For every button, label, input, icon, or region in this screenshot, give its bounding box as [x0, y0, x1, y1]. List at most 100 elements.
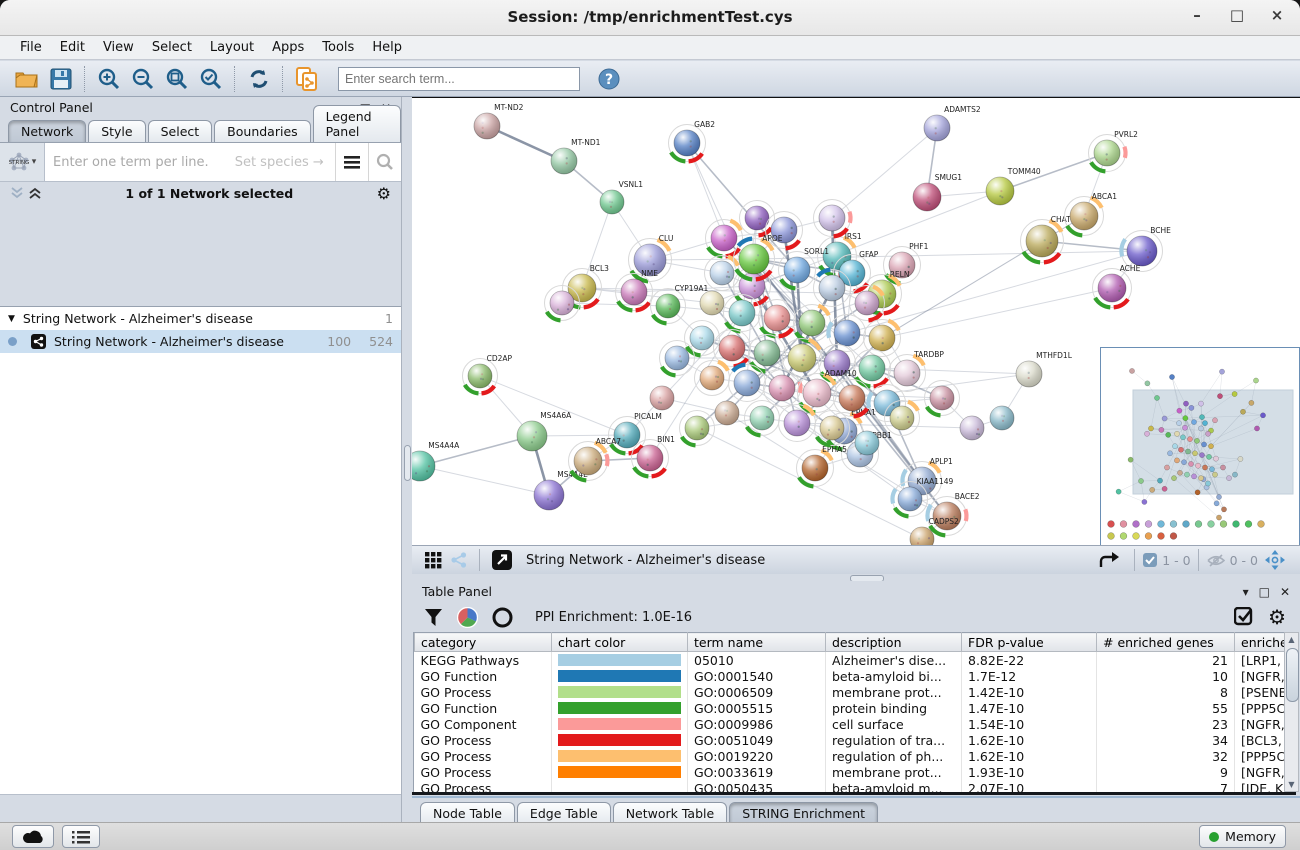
network-node[interactable]: [783, 339, 822, 378]
string-protein-query-button[interactable]: STRING ▾: [0, 143, 45, 181]
column-header-FDR-p-value[interactable]: FDR p-value: [962, 633, 1097, 652]
network-node[interactable]: SMUG1: [913, 173, 962, 211]
network-node[interactable]: [925, 381, 960, 416]
network-node[interactable]: [779, 405, 816, 442]
network-node[interactable]: [715, 401, 739, 425]
column-header--enriched-genes[interactable]: # enriched genes: [1097, 633, 1235, 652]
close-button[interactable]: ×: [1268, 6, 1286, 24]
filter-button[interactable]: [424, 608, 443, 627]
table-tab-node-table[interactable]: Node Table: [420, 802, 515, 824]
network-node[interactable]: VSNL1: [600, 180, 643, 214]
cloud-button[interactable]: [12, 825, 54, 848]
network-options-gear-icon[interactable]: ⚙: [377, 184, 391, 203]
export-network-button[interactable]: [1093, 545, 1127, 575]
table-tab-network-table[interactable]: Network Table: [613, 802, 728, 824]
table-tab-string-enrichment[interactable]: STRING Enrichment: [729, 802, 878, 824]
network-node[interactable]: [745, 401, 780, 436]
network-node[interactable]: APOE: [734, 234, 783, 280]
reset-charts-button[interactable]: [492, 607, 513, 628]
network-node[interactable]: [724, 295, 761, 332]
table-row[interactable]: GO ProcessGO:0006509membrane prot...1.42…: [415, 684, 1287, 700]
network-canvas[interactable]: MT-ND2MT-ND1VSNL1GAB2IRS1SMUG1ADAMTS2TOM…: [412, 97, 1300, 546]
menu-file[interactable]: File: [12, 38, 50, 57]
set-species-hint[interactable]: Set species →: [235, 155, 324, 170]
column-header-description[interactable]: description: [826, 633, 962, 652]
maximize-button[interactable]: □: [1228, 6, 1246, 24]
network-node[interactable]: [705, 256, 740, 291]
panel-close-icon[interactable]: ✕: [1280, 585, 1290, 599]
network-node[interactable]: MS4A6A: [517, 411, 572, 451]
network-node[interactable]: ACHE: [1093, 264, 1141, 308]
network-node[interactable]: BACE2: [928, 492, 980, 536]
table-horizontal-scrollbar[interactable]: [412, 792, 1296, 795]
scroll-up-arrow-icon[interactable]: ▲: [1285, 633, 1298, 646]
task-list-button[interactable]: [62, 825, 100, 848]
save-session-button[interactable]: [44, 64, 78, 94]
tab-legend-panel[interactable]: Legend Panel: [313, 105, 401, 142]
network-node[interactable]: [864, 320, 901, 357]
table-tab-edge-table[interactable]: Edge Table: [517, 802, 611, 824]
string-term-input[interactable]: Enter one term per line. Set species →: [45, 143, 335, 181]
network-node[interactable]: PVRL2: [1089, 130, 1139, 172]
network-node[interactable]: [885, 401, 920, 436]
table-settings-gear-icon[interactable]: ⚙: [1268, 605, 1286, 629]
table-vertical-scrollbar[interactable]: ▲ ▼: [1284, 632, 1299, 792]
network-row-selected[interactable]: String Network - Alzheimer's disease 100…: [0, 330, 401, 353]
refresh-button[interactable]: [242, 64, 276, 94]
network-node[interactable]: [990, 406, 1014, 430]
network-node[interactable]: [960, 416, 984, 440]
network-node[interactable]: [660, 341, 695, 376]
column-header-term-name[interactable]: term name: [688, 633, 826, 652]
scroll-down-arrow-icon[interactable]: ▼: [1285, 778, 1298, 791]
network-node[interactable]: MTHFD1L: [1016, 351, 1073, 387]
tab-boundaries[interactable]: Boundaries: [214, 120, 310, 142]
network-node[interactable]: [685, 321, 720, 356]
network-edge[interactable]: [480, 376, 627, 435]
menu-tools[interactable]: Tools: [314, 38, 362, 57]
network-edge[interactable]: [420, 466, 549, 495]
network-node[interactable]: [794, 305, 831, 342]
zoom-out-button[interactable]: [126, 64, 160, 94]
network-node[interactable]: MT-ND1: [551, 138, 601, 174]
network-node[interactable]: CHAT: [1021, 215, 1072, 263]
network-node[interactable]: EPHA5: [797, 445, 848, 487]
tree-expand-arrow-icon[interactable]: ▼: [8, 314, 15, 324]
network-node[interactable]: [828, 315, 865, 352]
help-button[interactable]: ?: [592, 64, 626, 94]
minimize-button[interactable]: –: [1188, 6, 1206, 24]
network-node[interactable]: [545, 286, 580, 321]
network-node[interactable]: [759, 300, 796, 337]
network-edge[interactable]: [882, 288, 1112, 338]
network-node[interactable]: [814, 200, 851, 237]
network-node[interactable]: CD2AP: [463, 354, 513, 394]
network-collection-row[interactable]: ▼ String Network - Alzheimer's disease 1: [0, 307, 401, 330]
tab-select[interactable]: Select: [148, 120, 213, 142]
column-header-category[interactable]: category: [415, 633, 552, 652]
menu-layout[interactable]: Layout: [202, 38, 262, 57]
zoom-selected-button[interactable]: [194, 64, 228, 94]
table-row[interactable]: GO ProcessGO:0051049regulation of tra...…: [415, 732, 1287, 748]
tab-style[interactable]: Style: [88, 120, 145, 142]
column-header-chart-color[interactable]: chart color: [552, 633, 688, 652]
network-node[interactable]: [850, 286, 885, 321]
network-node[interactable]: [834, 380, 871, 417]
network-node[interactable]: ABCA1: [1065, 192, 1118, 236]
table-row[interactable]: GO FunctionGO:0001540beta-amyloid bi...1…: [415, 668, 1287, 684]
tab-network[interactable]: Network: [8, 120, 86, 142]
scrollbar-thumb[interactable]: [1286, 648, 1299, 702]
navigate-button[interactable]: [1258, 545, 1292, 575]
network-node[interactable]: [680, 411, 715, 446]
string-options-button[interactable]: [335, 143, 368, 181]
menu-select[interactable]: Select: [144, 38, 200, 57]
birds-eye-overview[interactable]: [1100, 347, 1300, 546]
open-in-browser-button[interactable]: [488, 545, 516, 575]
menu-view[interactable]: View: [95, 38, 142, 57]
network-node[interactable]: [814, 270, 851, 307]
network-node[interactable]: [650, 386, 674, 410]
network-node[interactable]: [695, 361, 730, 396]
splitter-grip[interactable]: [404, 445, 411, 481]
grid-view-button[interactable]: [420, 545, 446, 575]
collapse-all-icon[interactable]: [10, 187, 24, 199]
zoom-in-button[interactable]: [92, 64, 126, 94]
open-session-button[interactable]: [10, 64, 44, 94]
